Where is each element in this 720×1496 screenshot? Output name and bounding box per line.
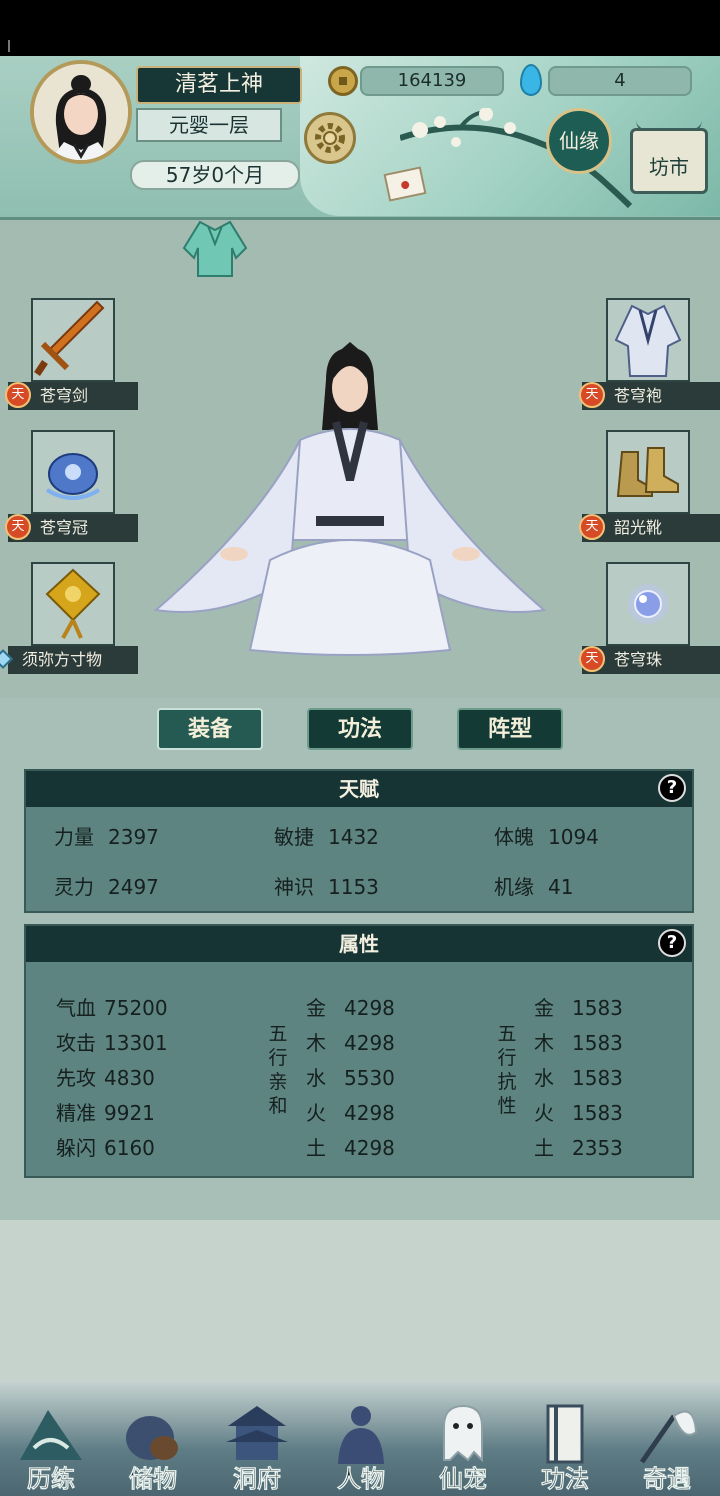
market-button[interactable]: 坊市: [630, 128, 708, 194]
equip-slot-boots[interactable]: [606, 430, 690, 514]
resist-attribute: 土 2353: [534, 1136, 623, 1160]
base-attribute: 精准 9921: [56, 1101, 155, 1125]
nav-label: 洞府: [233, 1464, 282, 1494]
robe-icon: [614, 304, 682, 377]
equip-slot-helmet[interactable]: [31, 430, 115, 514]
player-age: 57岁0个月: [130, 160, 300, 190]
avatar[interactable]: [30, 60, 132, 164]
nav-encounter[interactable]: 奇遇: [616, 1392, 718, 1496]
equip-slot-robe[interactable]: [606, 298, 690, 382]
affinity-attribute: 土 4298: [306, 1136, 395, 1160]
nav-storage[interactable]: 储物: [102, 1392, 204, 1496]
spirit-gem-icon: [520, 64, 542, 96]
talent-stat: 体魄 1094: [494, 825, 599, 849]
nav-label: 仙宠: [439, 1464, 488, 1494]
ghost-pet-icon: [443, 1404, 483, 1463]
equip-slot-weapon[interactable]: [31, 298, 115, 382]
avatar-portrait-icon: [34, 64, 128, 160]
nav-label: 储物: [129, 1464, 178, 1494]
coin-count: 164139: [360, 66, 504, 96]
storage-bag-icon: [126, 1416, 178, 1460]
affinity-attribute: 木 4298: [306, 1031, 395, 1055]
nav-training[interactable]: 历练: [0, 1392, 102, 1496]
person-icon: [338, 1406, 384, 1464]
heaven-grade-badge: 天: [5, 382, 31, 408]
pavilion-icon: [226, 1406, 288, 1460]
settings-button[interactable]: [304, 112, 356, 164]
player-realm: 元婴一层: [136, 108, 282, 142]
nav-cave[interactable]: 洞府: [206, 1392, 308, 1496]
talent-stat: 机缘 41: [494, 875, 574, 899]
empty-area: [0, 1220, 720, 1396]
status-indicator: [8, 40, 10, 52]
resist-attribute: 水 1583: [534, 1066, 623, 1090]
whisk-icon: [639, 1410, 698, 1464]
base-attribute: 攻击 13301: [56, 1031, 168, 1055]
character-model: [153, 342, 547, 656]
talent-help-button[interactable]: ?: [658, 774, 686, 802]
plum-branch-icon: [400, 108, 633, 208]
heaven-grade-badge: 天: [5, 514, 31, 540]
outfit-icon[interactable]: [180, 218, 250, 280]
orb-icon: [628, 584, 668, 624]
mountain-icon: [20, 1410, 82, 1460]
gem-count: 4: [548, 66, 692, 96]
xianyuan-button[interactable]: 仙缘: [546, 108, 612, 174]
talent-stat: 灵力 2497: [54, 875, 159, 899]
player-name: 清茗上神: [136, 66, 302, 104]
nav-character[interactable]: 人物: [310, 1392, 412, 1496]
tab-equipment[interactable]: 装备: [157, 708, 263, 750]
resist-attribute: 火 1583: [534, 1101, 623, 1125]
status-bar: [0, 0, 720, 56]
affinity-attribute: 金 4298: [306, 996, 395, 1020]
nav-label: 历练: [27, 1464, 76, 1494]
resist-attribute: 金 1583: [534, 996, 623, 1020]
heaven-grade-badge: 天: [579, 382, 605, 408]
base-attribute: 躲闪 6160: [56, 1136, 155, 1160]
base-attribute: 先攻 4830: [56, 1066, 155, 1090]
heaven-grade-badge: 天: [579, 646, 605, 672]
pouch-icon: [45, 568, 101, 639]
resist-attribute: 木 1583: [534, 1031, 623, 1055]
equip-slot-orb[interactable]: [606, 562, 690, 646]
five-element-affinity-label: 五行亲和: [268, 1023, 288, 1117]
gear-icon: [315, 123, 345, 153]
equip-label-accessory: 须弥方寸物: [8, 646, 138, 674]
scroll-book-icon: [546, 1404, 584, 1464]
sword-icon: [34, 300, 105, 376]
five-element-resistance-label: 五行抗性: [497, 1023, 517, 1117]
attribute-help-button[interactable]: ?: [658, 929, 686, 957]
attribute-title: 属性: [26, 926, 692, 962]
base-attribute: 气血 75200: [56, 996, 168, 1020]
coin-icon: [328, 66, 358, 96]
heaven-grade-badge: 天: [579, 514, 605, 540]
talent-stat: 神识 1153: [274, 875, 379, 899]
tab-formation[interactable]: 阵型: [457, 708, 563, 750]
nav-label: 人物: [337, 1464, 386, 1494]
boots-icon: [616, 447, 679, 497]
tab-skills[interactable]: 功法: [307, 708, 413, 750]
nav-pet[interactable]: 仙宠: [412, 1392, 514, 1496]
talent-title: 天赋: [26, 771, 692, 807]
nav-label: 功法: [541, 1464, 590, 1494]
affinity-attribute: 火 4298: [306, 1101, 395, 1125]
nav-skills[interactable]: 功法: [514, 1392, 616, 1496]
nav-label: 奇遇: [643, 1464, 692, 1494]
crown-icon: [45, 453, 101, 500]
affinity-attribute: 水 5530: [306, 1066, 395, 1090]
talent-stat: 力量 2397: [54, 825, 159, 849]
equip-slot-accessory[interactable]: [31, 562, 115, 646]
talent-panel: 天赋 ? 力量 2397 敏捷 1432 体魄 1094 灵力 2497 神识 1153 …: [24, 769, 694, 913]
talent-stat: 敏捷 1432: [274, 825, 379, 849]
attribute-panel: 属性 ? 气血 75200 攻击 13301 先攻 4830 精准 9921 躲闪 616…: [24, 924, 694, 1178]
